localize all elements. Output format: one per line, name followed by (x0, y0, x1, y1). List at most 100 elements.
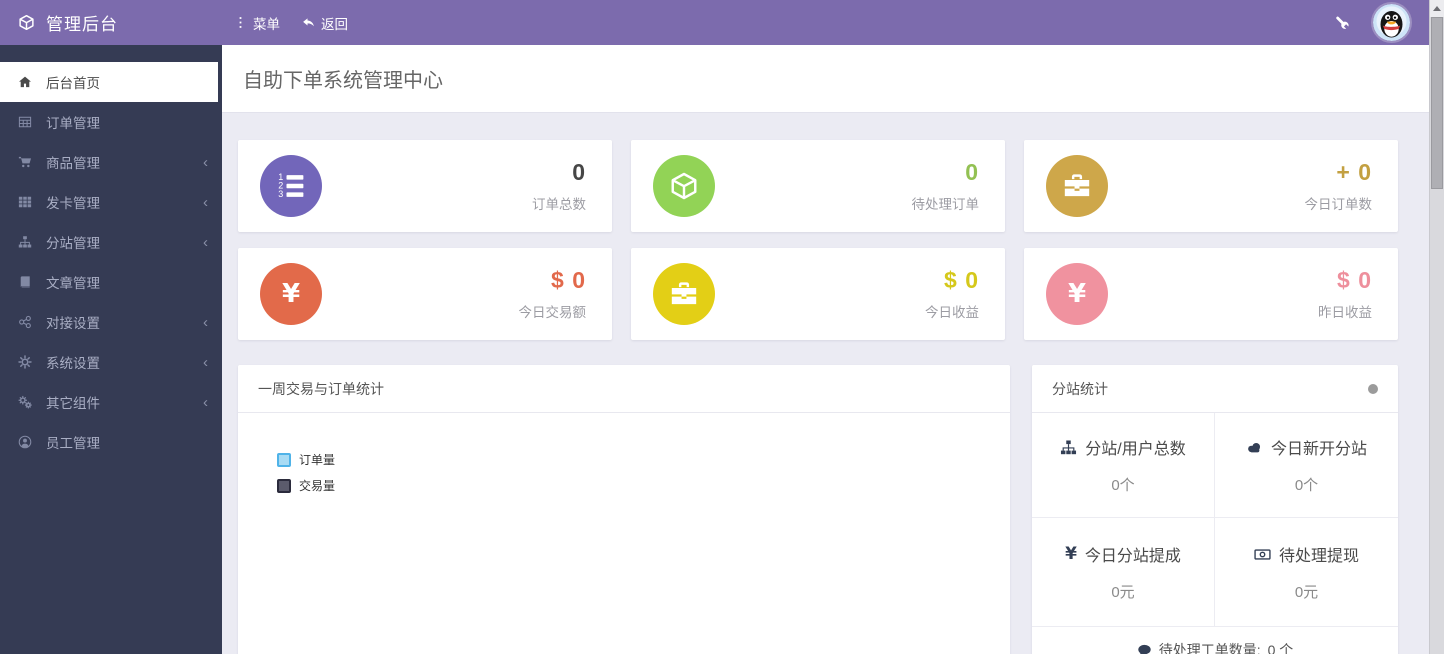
sidebar-item-label: 员工管理 (46, 436, 100, 451)
avatar[interactable] (1373, 4, 1410, 41)
sidebar-item[interactable]: 员工管理 (0, 422, 222, 462)
substation-cell: 今日新开分站 0个 (1215, 413, 1398, 518)
chevron-left-icon (203, 142, 208, 182)
substation-cell-label: 分站/用户总数 (1085, 441, 1186, 458)
substation-panel-header: 分站统计 (1032, 365, 1398, 413)
sidebar-item-icon (17, 235, 33, 249)
stat-card-label: 今日交易额 (518, 305, 587, 320)
stat-card-value: + 0 (1336, 159, 1372, 185)
substation-cell-icon (1246, 439, 1263, 456)
sidebar-item[interactable]: 文章管理 (0, 262, 222, 302)
sidebar-item[interactable]: 发卡管理 (0, 182, 222, 222)
stat-card-icon (1062, 171, 1092, 201)
substation-cell-icon: ¥ (1065, 543, 1077, 564)
stat-card-icon (669, 279, 699, 309)
substation-footer-label: 待处理工单数量: (1158, 642, 1261, 654)
stat-card-label: 今日收益 (925, 305, 979, 320)
sidebar-item[interactable]: 商品管理 (0, 142, 222, 182)
stat-card-icon-circle: 123 (260, 155, 322, 217)
sidebar-item-icon (17, 395, 33, 409)
substation-grid: 分站/用户总数 0个 今日新开分站 0个 ¥ 今日分站提成 0元 待处理提现 0… (1032, 413, 1398, 626)
sidebar-item-icon (17, 115, 33, 129)
qq-penguin-icon (1373, 4, 1410, 41)
topbar-right (1334, 4, 1429, 41)
menu-label: 菜单 (253, 16, 280, 32)
scrollbar-thumb[interactable] (1431, 17, 1443, 189)
sidebar-item[interactable]: 订单管理 (0, 102, 222, 142)
scrollbar[interactable] (1429, 0, 1444, 654)
scroll-up-arrow-icon (1433, 6, 1441, 11)
legend-item[interactable]: 交易量 (277, 477, 335, 494)
stat-card-icon-circle: ¥ (1046, 263, 1108, 325)
reply-icon (302, 16, 315, 29)
legend-item[interactable]: 订单量 (277, 451, 335, 468)
sidebar-item[interactable]: 其它组件 (0, 382, 222, 422)
stat-card-icon: ¥ (281, 279, 301, 309)
panels-row: 一周交易与订单统计 订单量 交易量 分站统计 分站/用户总数 0个 今日新开分站… (238, 365, 1398, 654)
menu-button[interactable]: 菜单 (234, 13, 280, 33)
stat-card-value: $ 0 (551, 267, 586, 293)
content: 123 0 订单总数 0 待处理订单 + 0 今日订单数 ¥ $ 0 今日交易额… (222, 113, 1429, 654)
sidebar-item[interactable]: 分站管理 (0, 222, 222, 262)
stat-card-icon-circle (653, 155, 715, 217)
substation-cell-icon (1060, 439, 1077, 456)
substation-cell-header: 今日新开分站 (1246, 435, 1367, 459)
stat-card-icon-circle (653, 263, 715, 325)
sidebar-item-icon (17, 275, 33, 289)
chevron-left-icon (203, 302, 208, 342)
sidebar-item-icon (17, 75, 33, 89)
substation-cell-header: ¥ 今日分站提成 (1065, 542, 1181, 566)
sidebar-item-label: 发卡管理 (46, 196, 100, 211)
sidebar-item[interactable]: 系统设置 (0, 342, 222, 382)
stat-card: ¥ $ 0 昨日收益 (1024, 248, 1398, 340)
chart-legend: 订单量 交易量 (277, 451, 335, 494)
stat-card: 123 0 订单总数 (238, 140, 612, 232)
topnav: 菜单 返回 (234, 13, 348, 33)
brand-cube-icon (18, 14, 35, 31)
chart-canvas: 订单量 交易量 (238, 413, 1010, 654)
stat-card-label: 今日订单数 (1304, 197, 1373, 212)
substation-panel: 分站统计 分站/用户总数 0个 今日新开分站 0个 ¥ 今日分站提成 0元 待处… (1032, 365, 1398, 654)
sidebar-item-label: 后台首页 (46, 76, 100, 91)
brand-title: 管理后台 (46, 15, 118, 34)
stat-card-text: 0 订单总数 (532, 159, 586, 213)
sidebar-item[interactable]: 对接设置 (0, 302, 222, 342)
back-button[interactable]: 返回 (302, 13, 348, 33)
substation-footer-value: 0 个 (1267, 642, 1294, 654)
stat-card-value: 0 (965, 159, 979, 185)
substation-cell-label: 今日分站提成 (1084, 548, 1181, 565)
back-label: 返回 (321, 16, 348, 32)
substation-cell-header: 分站/用户总数 (1060, 435, 1186, 459)
chevron-left-icon (203, 222, 208, 262)
substation-cell: 分站/用户总数 0个 (1032, 413, 1215, 518)
stat-card-text: 0 待处理订单 (912, 159, 980, 213)
stat-card-icon-circle (1046, 155, 1108, 217)
substation-footer: 待处理工单数量: 0 个 (1032, 626, 1398, 654)
panel-dot-icon[interactable] (1368, 383, 1378, 394)
stat-card-value: 0 (572, 159, 586, 185)
stat-card-text: $ 0 昨日收益 (1318, 267, 1372, 321)
sidebar: 后台首页 订单管理 商品管理 发卡管理 (0, 45, 222, 654)
stat-card: + 0 今日订单数 (1024, 140, 1398, 232)
brand[interactable]: 管理后台 (0, 10, 222, 35)
stat-card: $ 0 今日收益 (631, 248, 1005, 340)
legend-swatch (277, 452, 291, 467)
sidebar-item[interactable]: 后台首页 (0, 62, 218, 102)
sidebar-item-icon (17, 435, 33, 449)
stat-cards: 123 0 订单总数 0 待处理订单 + 0 今日订单数 ¥ $ 0 今日交易额… (238, 140, 1398, 340)
chart-panel-header: 一周交易与订单统计 (238, 365, 1010, 413)
substation-cell-value: 0元 (1294, 584, 1319, 601)
chevron-left-icon (203, 382, 208, 422)
scroll-up-button[interactable] (1430, 0, 1444, 17)
legend-label: 订单量 (299, 453, 336, 467)
wrench-icon[interactable] (1334, 15, 1349, 30)
sidebar-item-label: 对接设置 (46, 316, 100, 331)
substation-cell-icon (1254, 546, 1271, 563)
sidebar-item-label: 文章管理 (46, 276, 100, 291)
page-title: 自助下单系统管理中心 (243, 70, 443, 92)
sidebar-menu: 后台首页 订单管理 商品管理 发卡管理 (0, 45, 222, 462)
substation-cell-value: 0个 (1294, 477, 1319, 494)
sidebar-item-label: 系统设置 (46, 356, 100, 371)
substation-cell: 待处理提现 0元 (1215, 518, 1398, 626)
chevron-left-icon (203, 342, 208, 382)
